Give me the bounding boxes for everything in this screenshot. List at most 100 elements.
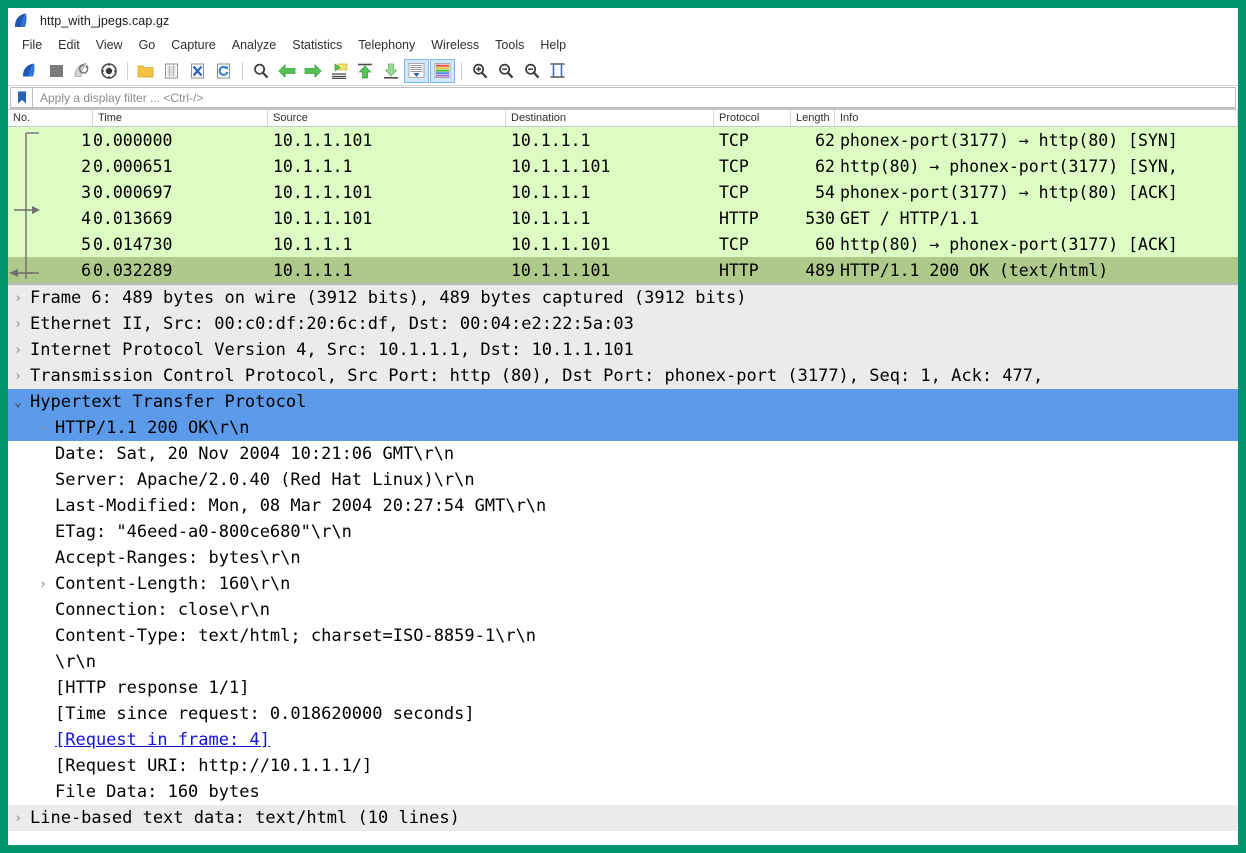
- detail-row-label: Content-Type: text/html; charset=ISO-885…: [55, 626, 537, 646]
- auto-scroll-icon[interactable]: [404, 58, 429, 83]
- cell-protocol: TCP: [719, 156, 749, 176]
- detail-row-link[interactable]: [Request in frame: 4]: [8, 727, 1238, 753]
- detail-row[interactable]: Server: Apache/2.0.40 (Red Hat Linux)\r\…: [8, 467, 1238, 493]
- chevron-right-icon[interactable]: ›: [8, 291, 28, 306]
- detail-row[interactable]: › Line-based text data: text/html (10 li…: [8, 805, 1238, 831]
- menu-statistics[interactable]: Statistics: [284, 36, 350, 54]
- find-packet-icon[interactable]: [248, 59, 273, 83]
- detail-row[interactable]: › Transmission Control Protocol, Src Por…: [8, 363, 1238, 389]
- detail-row[interactable]: Last-Modified: Mon, 08 Mar 2004 20:27:54…: [8, 493, 1238, 519]
- zoom-in-icon[interactable]: [467, 59, 492, 83]
- detail-row[interactable]: Accept-Ranges: bytes\r\n: [8, 545, 1238, 571]
- detail-row-label: [HTTP response 1/1]: [55, 678, 250, 698]
- detail-row[interactable]: › Content-Length: 160\r\n: [8, 571, 1238, 597]
- column-header-length[interactable]: Length: [791, 110, 835, 126]
- resize-columns-icon[interactable]: [545, 59, 570, 83]
- go-forward-icon[interactable]: [300, 59, 325, 83]
- cell-source: 10.1.1.101: [273, 182, 373, 202]
- toolbar-separator: [127, 61, 128, 80]
- cell-time: 0.014730: [93, 234, 173, 254]
- go-to-first-packet-icon[interactable]: [352, 59, 377, 83]
- table-row[interactable]: 4 0.013669 10.1.1.101 10.1.1.1 HTTP 530 …: [8, 205, 1238, 231]
- go-to-last-packet-icon[interactable]: [378, 59, 403, 83]
- go-back-icon[interactable]: [274, 59, 299, 83]
- detail-row[interactable]: \r\n: [8, 649, 1238, 675]
- toolbar-separator: [461, 61, 462, 80]
- detail-row-label: Connection: close\r\n: [55, 600, 270, 620]
- column-header-no[interactable]: No.: [8, 110, 93, 126]
- cell-info: http(80) → phonex-port(3177) [ACK]: [840, 234, 1178, 254]
- chevron-right-icon[interactable]: ›: [33, 421, 53, 436]
- menu-wireless[interactable]: Wireless: [423, 36, 487, 54]
- capture-options-icon[interactable]: [96, 59, 121, 83]
- detail-row[interactable]: › Ethernet II, Src: 00:c0:df:20:6c:df, D…: [8, 311, 1238, 337]
- detail-row[interactable]: › Frame 6: 489 bytes on wire (3912 bits)…: [8, 285, 1238, 311]
- restart-capture-icon[interactable]: [70, 59, 95, 83]
- menu-file[interactable]: File: [18, 36, 50, 54]
- packet-details-pane: › Frame 6: 489 bytes on wire (3912 bits)…: [8, 285, 1238, 845]
- menu-capture[interactable]: Capture: [163, 36, 223, 54]
- cell-info: phonex-port(3177) → http(80) [SYN]: [840, 130, 1178, 150]
- detail-row-label: Internet Protocol Version 4, Src: 10.1.1…: [30, 340, 634, 360]
- bookmark-icon[interactable]: [10, 87, 32, 108]
- menu-analyze[interactable]: Analyze: [224, 36, 284, 54]
- chevron-down-icon[interactable]: ⌄: [8, 395, 28, 410]
- detail-row[interactable]: Connection: close\r\n: [8, 597, 1238, 623]
- menu-telephony[interactable]: Telephony: [350, 36, 423, 54]
- cell-no: 3: [81, 182, 91, 202]
- table-row[interactable]: 3 0.000697 10.1.1.101 10.1.1.1 TCP 54 ph…: [8, 179, 1238, 205]
- cell-protocol: TCP: [719, 182, 749, 202]
- chevron-right-icon[interactable]: ›: [8, 317, 28, 332]
- go-to-packet-icon[interactable]: [326, 59, 351, 83]
- menu-help[interactable]: Help: [532, 36, 574, 54]
- menu-go[interactable]: Go: [131, 36, 164, 54]
- close-file-icon[interactable]: [185, 59, 210, 83]
- detail-row[interactable]: [HTTP response 1/1]: [8, 675, 1238, 701]
- colorize-packets-icon[interactable]: [430, 58, 455, 83]
- request-in-frame-link[interactable]: [Request in frame: 4]: [53, 730, 270, 750]
- chevron-right-icon[interactable]: ›: [8, 369, 28, 384]
- detail-row-selected[interactable]: ⌄ Hypertext Transfer Protocol: [8, 389, 1238, 415]
- cell-length: 62: [815, 156, 835, 176]
- table-row[interactable]: 2 0.000651 10.1.1.1 10.1.1.101 TCP 62 ht…: [8, 153, 1238, 179]
- detail-row-label: \r\n: [55, 652, 96, 672]
- detail-row-label: Line-based text data: text/html (10 line…: [30, 808, 460, 828]
- column-header-info[interactable]: Info: [835, 110, 1238, 126]
- start-capture-icon[interactable]: [18, 59, 43, 83]
- chevron-right-icon[interactable]: ›: [8, 811, 28, 826]
- detail-row[interactable]: › Internet Protocol Version 4, Src: 10.1…: [8, 337, 1238, 363]
- normal-size-icon[interactable]: [519, 59, 544, 83]
- detail-row[interactable]: Content-Type: text/html; charset=ISO-885…: [8, 623, 1238, 649]
- reload-file-icon[interactable]: [211, 59, 236, 83]
- column-header-destination[interactable]: Destination: [506, 110, 714, 126]
- chevron-right-icon[interactable]: ›: [33, 577, 53, 592]
- toolbar-separator: [242, 61, 243, 80]
- detail-row-label: [Request URI: http://10.1.1.1/]: [55, 756, 373, 776]
- display-filter-input[interactable]: Apply a display filter ... <Ctrl-/>: [32, 87, 1236, 108]
- table-row-selected[interactable]: 6 0.032289 10.1.1.1 10.1.1.101 HTTP 489 …: [8, 257, 1238, 283]
- cell-length: 489: [805, 260, 835, 280]
- cell-info: HTTP/1.1 200 OK (text/html): [840, 260, 1109, 280]
- detail-row[interactable]: Date: Sat, 20 Nov 2004 10:21:06 GMT\r\n: [8, 441, 1238, 467]
- column-header-time[interactable]: Time: [93, 110, 268, 126]
- detail-row[interactable]: File Data: 160 bytes: [8, 779, 1238, 805]
- save-file-icon[interactable]: [159, 59, 184, 83]
- table-row[interactable]: 5 0.014730 10.1.1.1 10.1.1.101 TCP 60 ht…: [8, 231, 1238, 257]
- stop-capture-icon[interactable]: [44, 59, 69, 83]
- detail-row[interactable]: [Request URI: http://10.1.1.1/]: [8, 753, 1238, 779]
- zoom-out-icon[interactable]: [493, 59, 518, 83]
- packet-list-body: 1 0.000000 10.1.1.101 10.1.1.1 TCP 62 ph…: [8, 127, 1238, 283]
- column-header-source[interactable]: Source: [268, 110, 506, 126]
- menu-edit[interactable]: Edit: [50, 36, 88, 54]
- chevron-right-icon[interactable]: ›: [8, 343, 28, 358]
- detail-row[interactable]: ETag: "46eed-a0-800ce680"\r\n: [8, 519, 1238, 545]
- menu-tools[interactable]: Tools: [487, 36, 532, 54]
- table-row[interactable]: 1 0.000000 10.1.1.101 10.1.1.1 TCP 62 ph…: [8, 127, 1238, 153]
- cell-info: GET / HTTP/1.1: [840, 208, 980, 228]
- menu-view[interactable]: View: [88, 36, 131, 54]
- open-file-icon[interactable]: [133, 59, 158, 83]
- column-header-protocol[interactable]: Protocol: [714, 110, 791, 126]
- detail-row[interactable]: [Time since request: 0.018620000 seconds…: [8, 701, 1238, 727]
- detail-row-selected[interactable]: › HTTP/1.1 200 OK\r\n: [8, 415, 1238, 441]
- packet-list-pane: No. Time Source Destination Protocol Len…: [8, 109, 1238, 285]
